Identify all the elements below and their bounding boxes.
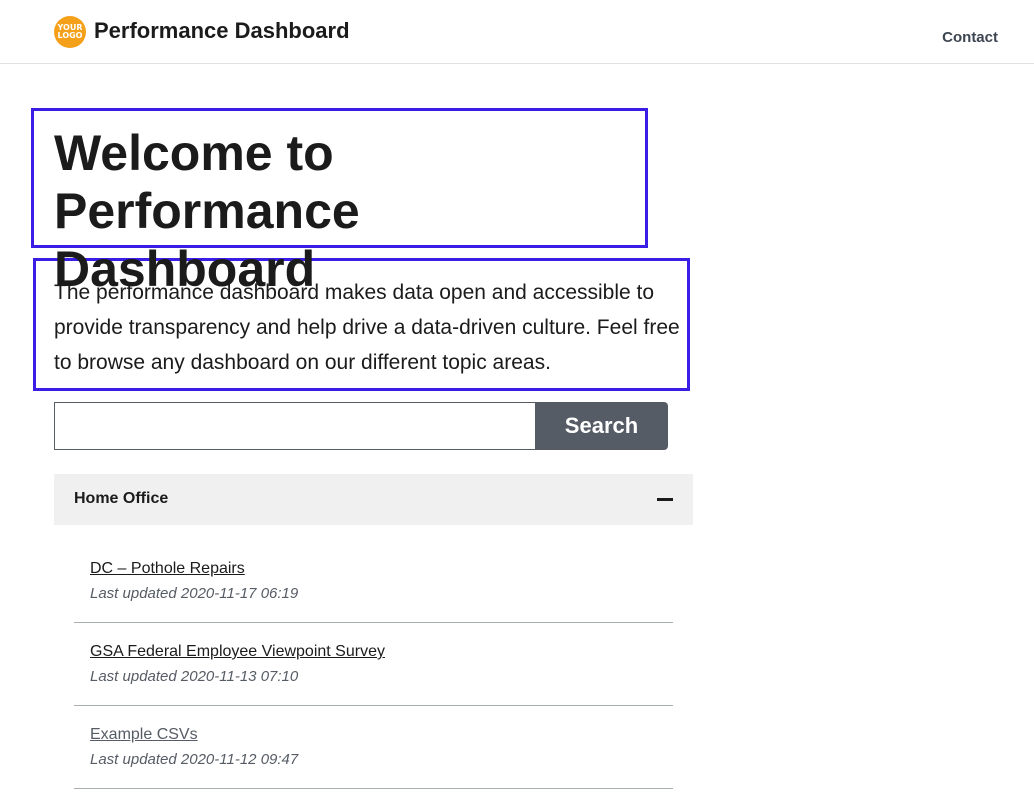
dashboard-list: DC – Pothole Repairs Last updated 2020-1… (74, 540, 673, 789)
accordion-header-home-office[interactable]: Home Office (54, 474, 693, 525)
search-input[interactable] (54, 402, 536, 450)
dashboard-link[interactable]: DC – Pothole Repairs (90, 560, 245, 578)
search-button[interactable]: Search (535, 402, 668, 450)
dashboard-link[interactable]: GSA Federal Employee Viewpoint Survey (90, 643, 385, 661)
logo-text-line2: LOGO (57, 31, 83, 40)
page-title: Welcome to Performance Dashboard (54, 125, 360, 297)
last-updated: Last updated 2020-11-13 07:10 (90, 668, 299, 685)
minus-icon[interactable] (657, 498, 673, 501)
list-item: Example CSVs Last updated 2020-11-12 09:… (74, 706, 673, 789)
accordion-title: Home Office (74, 490, 169, 507)
site-title[interactable]: Performance Dashboard (94, 18, 350, 44)
dashboard-link[interactable]: Example CSVs (90, 726, 198, 744)
last-updated: Last updated 2020-11-17 06:19 (90, 585, 299, 602)
intro-text: The performance dashboard makes data ope… (54, 281, 680, 374)
contact-link[interactable]: Contact (942, 29, 998, 46)
last-updated: Last updated 2020-11-12 09:47 (90, 751, 299, 768)
list-item: DC – Pothole Repairs Last updated 2020-1… (74, 540, 673, 623)
list-item: GSA Federal Employee Viewpoint Survey La… (74, 623, 673, 706)
site-header: YOUR LOGO Performance Dashboard Contact (0, 0, 1034, 64)
logo[interactable]: YOUR LOGO (54, 16, 86, 48)
